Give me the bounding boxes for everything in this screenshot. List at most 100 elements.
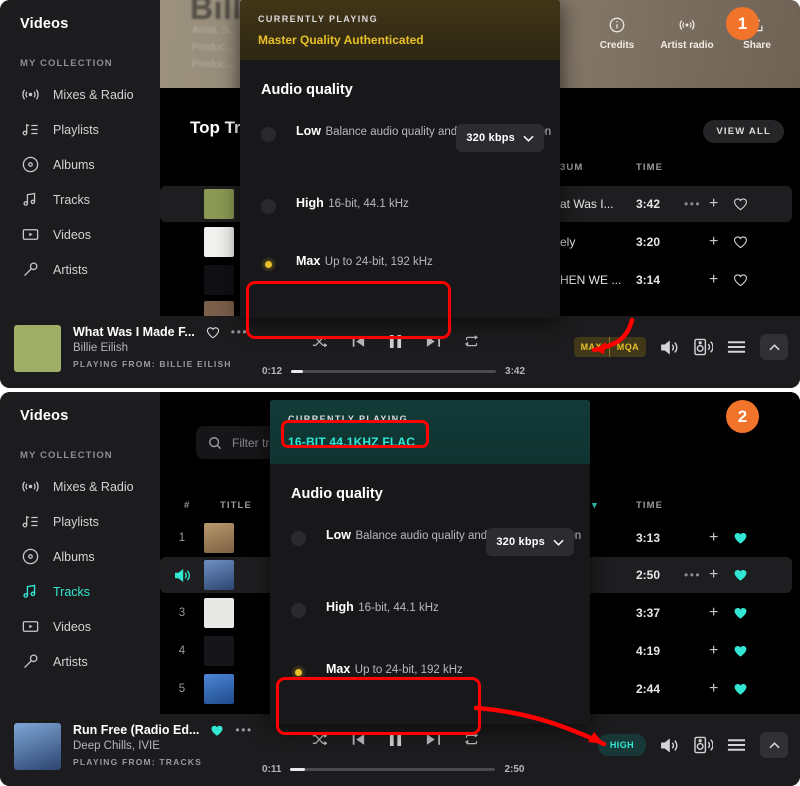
- column-time: TIME: [636, 500, 664, 511]
- quality-option-max[interactable]: Max Up to 24-bit, 192 kHz: [240, 232, 560, 294]
- pause-icon: [389, 335, 402, 348]
- heart-filled-icon[interactable]: [733, 606, 748, 620]
- add-track-icon[interactable]: +: [709, 566, 718, 584]
- sidebar-item-label: Mixes & Radio: [53, 87, 134, 102]
- sort-chevron-icon[interactable]: ▾: [592, 500, 598, 511]
- sidebar-item-videos[interactable]: Videos: [0, 217, 160, 252]
- sidebar-item-artists[interactable]: Artists: [0, 644, 160, 679]
- heart-filled-icon[interactable]: [733, 644, 748, 658]
- chevron-down-icon: [553, 539, 564, 546]
- quality-option-max[interactable]: Max Up to 24-bit, 192 kHz: [270, 636, 590, 698]
- sidebar-item-albums[interactable]: Albums: [0, 147, 160, 182]
- radio-button-icon[interactable]: [291, 603, 306, 618]
- now-playing-info: Run Free (Radio Ed... ••• Deep Chills, I…: [14, 723, 253, 770]
- next-track-icon: [426, 734, 440, 745]
- now-playing-bar: Run Free (Radio Ed... ••• Deep Chills, I…: [0, 714, 800, 786]
- more-options-icon[interactable]: •••: [684, 568, 701, 582]
- sidebar-item-label: Mixes & Radio: [53, 479, 134, 494]
- radio-button-icon[interactable]: [261, 199, 276, 214]
- expand-player-button[interactable]: [760, 334, 788, 360]
- heart-outline-icon[interactable]: [733, 197, 748, 211]
- quality-option-low[interactable]: Low Balance audio quality and data consu…: [270, 512, 590, 574]
- bitrate-dropdown[interactable]: 320 kbps: [486, 528, 574, 556]
- now-playing-info: What Was I Made F... ••• Billie Eilish P…: [14, 325, 248, 372]
- quality-option-high[interactable]: High 16-bit, 44.1 kHz: [240, 170, 560, 232]
- album-art-thumbnail: [204, 523, 234, 553]
- add-track-icon[interactable]: +: [709, 680, 718, 698]
- now-playing-bar: What Was I Made F... ••• Billie Eilish P…: [0, 316, 800, 388]
- radio-button-icon[interactable]: [291, 531, 306, 546]
- sidebar-item-mixes-radio[interactable]: Mixes & Radio: [0, 469, 160, 504]
- quality-description: Up to 24-bit, 192 kHz: [324, 256, 433, 268]
- now-playing-album-art: [14, 723, 61, 770]
- add-track-icon[interactable]: +: [709, 195, 718, 213]
- sidebar-item-label: Albums: [53, 549, 95, 564]
- step-badge-1: 1: [726, 7, 759, 40]
- audio-quality-title: Audio quality: [261, 82, 353, 98]
- bitrate-dropdown[interactable]: 320 kbps: [456, 124, 544, 152]
- add-track-icon[interactable]: +: [709, 642, 718, 660]
- track-album: at Was I...: [560, 197, 614, 211]
- heart-outline-icon[interactable]: [733, 235, 748, 249]
- quality-badge-high[interactable]: HIGH: [597, 734, 646, 756]
- top-tracks-heading: Top Tr: [190, 118, 241, 137]
- sidebar-item-artists[interactable]: Artists: [0, 252, 160, 287]
- quality-option-low[interactable]: Low Balance audio quality and data consu…: [240, 108, 560, 170]
- heart-filled-icon[interactable]: [733, 531, 748, 545]
- disc-icon: [21, 155, 40, 174]
- volume-icon: [661, 738, 678, 752]
- heart-outline-icon[interactable]: [206, 326, 220, 339]
- sidebar-item-playlists[interactable]: Playlists: [0, 112, 160, 147]
- music-note-icon: [21, 582, 40, 601]
- quality-description: Up to 24-bit, 192 kHz: [354, 664, 463, 676]
- sidebar-section-label: MY COLLECTION: [20, 450, 113, 461]
- progress-slider[interactable]: [290, 768, 496, 771]
- elapsed-time: 0:11: [262, 764, 282, 775]
- now-playing-speaker-icon: [160, 568, 204, 583]
- heart-filled-icon[interactable]: [733, 568, 748, 582]
- add-track-icon[interactable]: +: [709, 233, 718, 251]
- audio-quality-popup: CURRENTLY PLAYING 16-BIT 44.1KHZ FLAC Au…: [270, 400, 590, 724]
- add-track-icon[interactable]: +: [709, 604, 718, 622]
- add-track-icon[interactable]: +: [709, 529, 718, 547]
- radio-button-icon[interactable]: [261, 127, 276, 142]
- sidebar-item-mixes-radio[interactable]: Mixes & Radio: [0, 77, 160, 112]
- artist-radio-button[interactable]: Artist radio: [652, 16, 722, 51]
- now-playing-more-icon[interactable]: •••: [235, 723, 252, 737]
- track-number: 3: [178, 607, 186, 619]
- heart-filled-icon[interactable]: [210, 724, 224, 737]
- quality-name: Low: [326, 528, 351, 542]
- radio-button-selected-icon[interactable]: [261, 257, 276, 272]
- heart-outline-icon[interactable]: [733, 273, 748, 287]
- add-track-icon[interactable]: +: [709, 271, 718, 289]
- track-time: 3:20: [636, 235, 661, 249]
- now-playing-more-icon[interactable]: •••: [231, 325, 248, 339]
- radio-waves-icon: [679, 20, 695, 30]
- volume-icon: [661, 340, 678, 354]
- badge-max: MAX: [580, 342, 602, 352]
- sidebar-item-videos[interactable]: Videos: [0, 609, 160, 644]
- shuffle-icon: [312, 335, 327, 348]
- quality-badges-gold[interactable]: MAX MQA: [573, 337, 646, 357]
- quality-option-high[interactable]: High 16-bit, 44.1 kHz: [270, 574, 590, 636]
- now-playing-album-art: [14, 325, 61, 372]
- panel-divider: [0, 389, 800, 392]
- sidebar-item-albums[interactable]: Albums: [0, 539, 160, 574]
- next-track-icon: [426, 336, 440, 347]
- radio-button-selected-icon[interactable]: [291, 665, 306, 680]
- sidebar-item-tracks[interactable]: Tracks: [0, 574, 160, 609]
- album-art-thumbnail: [204, 265, 234, 295]
- track-time: 2:44: [636, 682, 661, 696]
- sidebar-item-tracks[interactable]: Tracks: [0, 182, 160, 217]
- sidebar-item-label: Tracks: [53, 192, 91, 207]
- view-all-button[interactable]: VIEW ALL: [703, 120, 784, 143]
- more-options-icon[interactable]: •••: [684, 197, 701, 211]
- player-right-controls: HIGH: [597, 732, 788, 758]
- heart-filled-icon[interactable]: [733, 682, 748, 696]
- track-number: 1: [178, 532, 186, 544]
- credits-button[interactable]: Credits: [582, 16, 652, 51]
- sidebar-item-playlists[interactable]: Playlists: [0, 504, 160, 539]
- progress-slider[interactable]: [291, 370, 497, 373]
- bitrate-value: 320 kbps: [496, 536, 545, 548]
- expand-player-button[interactable]: [760, 732, 788, 758]
